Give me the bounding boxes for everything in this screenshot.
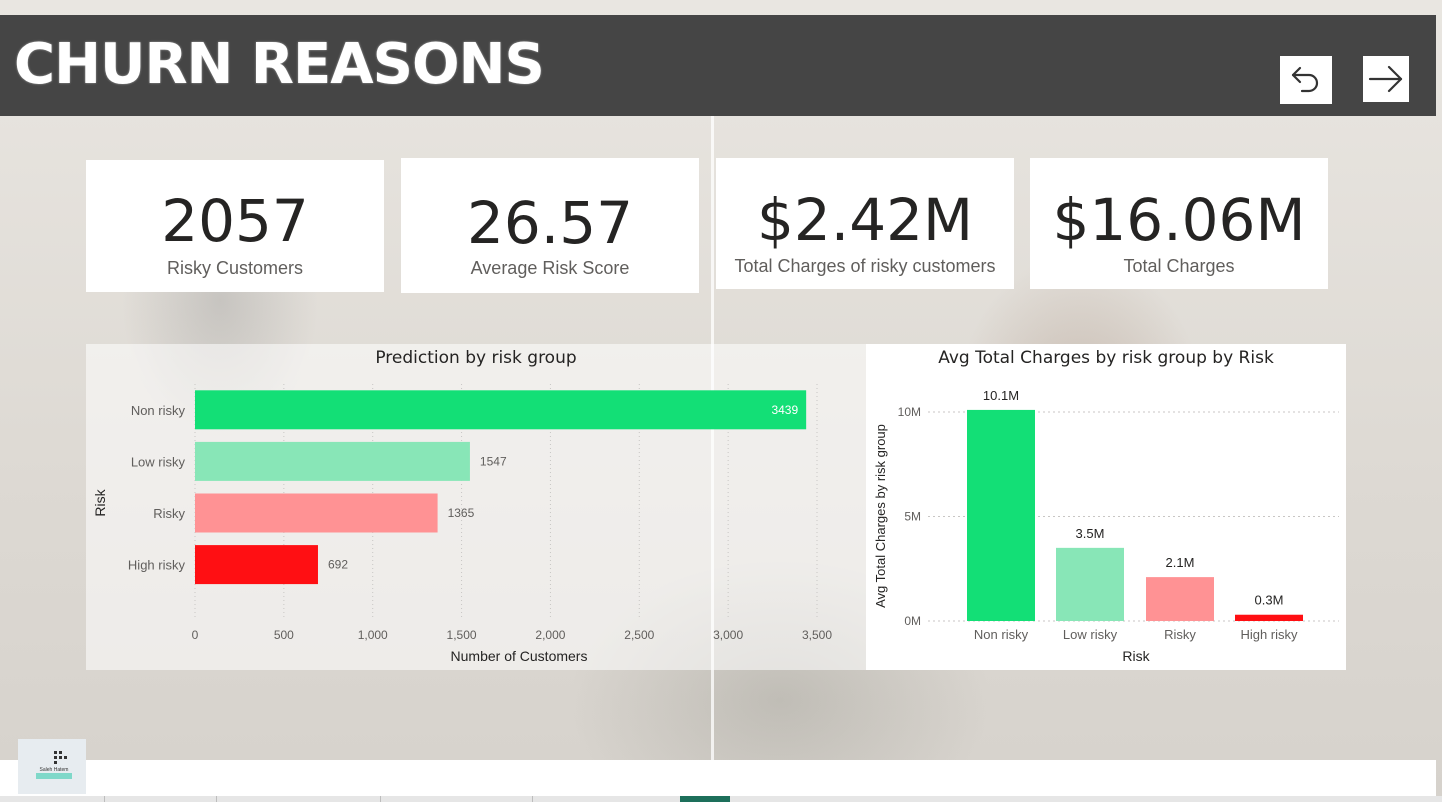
data-label: 1365 <box>448 506 475 520</box>
data-label: 3439 <box>771 403 798 417</box>
kpi-value: $2.42M <box>756 186 974 254</box>
x-category-label: High risky <box>1240 627 1298 642</box>
bar <box>195 441 470 481</box>
data-label: 10.1M <box>983 388 1019 403</box>
y-tick-label: 0M <box>904 614 921 628</box>
x-tick-label: 3,500 <box>802 628 832 642</box>
kpi-label: Total Charges <box>1123 256 1235 276</box>
y-axis-title: Risk <box>92 488 108 516</box>
logo-text: Saleh Hatem <box>40 767 69 773</box>
kpi-label: Total Charges of risky customers <box>734 256 996 276</box>
footer-bar <box>0 760 1436 796</box>
data-label: 692 <box>328 558 348 572</box>
undo-arrow-icon <box>1291 66 1319 93</box>
page-tab-active[interactable] <box>680 796 730 802</box>
kpi-card-average-risk-score: 26.57 Average Risk Score <box>401 158 699 293</box>
bar <box>195 390 807 430</box>
horizontal-bar-chart: 0 500 1,000 1,500 2,000 2,500 3,000 3,500 Non ri… <box>92 384 832 664</box>
y-category-label: High risky <box>128 558 186 573</box>
tab-separator <box>216 796 217 802</box>
kpi-card-total-charges: $16.06M Total Charges <box>1030 158 1328 289</box>
x-tick-label: 1,500 <box>447 628 477 642</box>
y-tick-label: 5M <box>904 510 921 524</box>
y-category-label: Non risky <box>131 403 186 418</box>
x-axis-title: Risk <box>1122 648 1150 664</box>
y-axis-title: Avg Total Charges by risk group <box>873 424 888 608</box>
y-tick-label: 10M <box>898 405 921 419</box>
x-category-label: Low risky <box>1063 627 1118 642</box>
bar <box>195 493 438 533</box>
x-category-label: Risky <box>1164 627 1196 642</box>
kpi-card-risky-customers: 2057 Risky Customers <box>86 160 384 292</box>
tab-separator <box>532 796 533 802</box>
chart-avg-total-charges[interactable]: Avg Total Charges by risk group by Risk … <box>866 344 1346 670</box>
x-tick-label: 3,000 <box>713 628 743 642</box>
tab-separator <box>380 796 381 802</box>
data-label: 1547 <box>480 454 507 468</box>
bar <box>195 545 318 585</box>
logo-mark-icon: Saleh Hatem <box>36 751 72 779</box>
data-label: 2.1M <box>1166 555 1195 570</box>
vertical-bar-chart: 0M 5M 10M 10.1M Non risky 3.5M Low risky 2.1M Ri… <box>873 388 1339 664</box>
kpi-label: Risky Customers <box>166 258 304 278</box>
bar <box>967 409 1035 621</box>
header-bar: CHURN REASONS <box>0 15 1436 116</box>
bar <box>1235 614 1303 621</box>
data-label: 3.5M <box>1076 526 1105 541</box>
y-category-label: Risky <box>153 506 185 521</box>
x-tick-label: 2,500 <box>624 628 654 642</box>
data-label: 0.3M <box>1255 593 1284 608</box>
kpi-value: $16.06M <box>1052 186 1306 254</box>
x-tick-label: 1,000 <box>358 628 388 642</box>
x-category-label: Non risky <box>974 627 1029 642</box>
tab-separator <box>104 796 105 802</box>
back-button[interactable] <box>1280 56 1332 104</box>
x-tick-label: 2,000 <box>535 628 565 642</box>
x-axis-title: Number of Customers <box>451 648 588 664</box>
logo: Saleh Hatem <box>18 739 86 794</box>
bar <box>1056 547 1124 621</box>
kpi-label: Average Risk Score <box>470 258 630 278</box>
x-tick-label: 500 <box>274 628 294 642</box>
y-category-label: Low risky <box>131 454 186 469</box>
x-tick-label: 0 <box>192 628 199 642</box>
kpi-card-total-charges-risky: $2.42M Total Charges of risky customers <box>716 158 1014 289</box>
next-button[interactable] <box>1363 56 1409 102</box>
chart-prediction-by-risk-group[interactable]: Prediction by risk group 0 500 1,000 1,500 2… <box>86 344 866 670</box>
kpi-value: 26.57 <box>466 189 634 257</box>
bar <box>1146 577 1214 621</box>
kpi-value: 2057 <box>161 187 309 255</box>
page-title: CHURN REASONS <box>14 32 545 97</box>
arrow-right-icon <box>1368 65 1403 93</box>
